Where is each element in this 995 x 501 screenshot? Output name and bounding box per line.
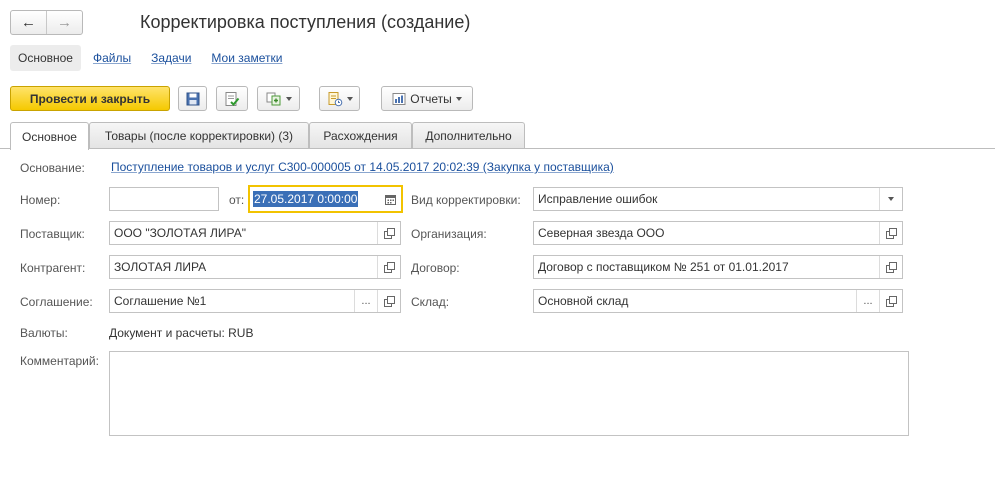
select-button[interactable]: ... [354,290,377,312]
section-main[interactable]: Основное [10,45,81,71]
counterparty-label: Контрагент: [20,261,86,275]
back-arrow-icon[interactable]: ← [11,11,46,34]
chevron-down-icon [346,96,353,101]
print-button[interactable] [319,86,360,111]
navigation-buttons: ← → [10,10,83,35]
counterparty-value: ЗОЛОТАЯ ЛИРА [114,260,207,274]
correction-type-label: Вид корректировки: [411,193,521,207]
reports-button[interactable]: Отчеты [381,86,473,111]
open-button[interactable] [879,256,902,278]
organization-label: Организация: [411,227,487,241]
post-button[interactable] [216,86,248,111]
warehouse-input[interactable]: Основной склад ... [533,289,903,313]
dropdown-button[interactable] [879,188,902,210]
open-icon [886,262,897,273]
agreement-input[interactable]: Соглашение №1 ... [109,289,401,313]
calendar-icon[interactable] [379,194,401,205]
date-input[interactable]: 27.05.2017 0:00:00 [248,185,403,213]
currency-label: Валюты: [20,326,68,340]
contract-input[interactable]: Договор с поставщиком № 251 от 01.01.201… [533,255,903,279]
save-button[interactable] [178,86,207,111]
organization-value: Северная звезда ООО [538,226,665,240]
contract-label: Договор: [411,261,460,275]
agreement-value: Соглашение №1 [114,294,207,308]
date-value: 27.05.2017 0:00:00 [253,191,359,207]
tab-additional[interactable]: Дополнительно [412,122,525,149]
create-based-icon [266,92,280,105]
post-document-icon [225,91,240,106]
post-and-close-button[interactable]: Провести и закрыть [10,86,170,111]
reports-label: Отчеты [410,91,452,106]
section-tasks-link[interactable]: Задачи [151,51,191,65]
open-button[interactable] [377,222,400,244]
open-icon [886,228,897,239]
create-based-on-button[interactable] [257,86,300,111]
open-icon [886,296,897,307]
window-title: Корректировка поступления (создание) [140,12,471,32]
section-notes-link[interactable]: Мои заметки [211,51,282,65]
warehouse-label: Склад: [411,295,450,309]
supplier-label: Поставщик: [20,227,85,241]
open-icon [384,228,395,239]
date-label: от: [229,193,245,207]
open-button[interactable] [879,290,902,312]
open-button[interactable] [377,290,400,312]
tab-discrepancies[interactable]: Расхождения [309,122,412,149]
open-icon [384,262,395,273]
chevron-down-icon [888,197,894,201]
currency-value: Документ и расчеты: RUB [109,326,254,340]
tab-main[interactable]: Основное [10,122,89,150]
open-button[interactable] [879,222,902,244]
tab-goods-after-correction[interactable]: Товары (после корректировки) (3) [89,122,309,149]
print-document-icon [328,91,342,106]
number-input[interactable] [109,187,219,211]
chevron-down-icon [455,96,462,101]
basis-document-link[interactable]: Поступление товаров и услуг С300-000005 … [111,160,614,174]
reports-icon [392,92,406,105]
section-bar: Основное Файлы Задачи Мои заметки [10,45,302,71]
warehouse-value: Основной склад [538,294,629,308]
agreement-label: Соглашение: [20,295,93,309]
comment-label: Комментарий: [20,354,99,368]
save-icon [186,92,199,105]
supplier-value: ООО "ЗОЛОТАЯ ЛИРА" [114,226,247,240]
section-files-link[interactable]: Файлы [93,51,131,65]
supplier-input[interactable]: ООО "ЗОЛОТАЯ ЛИРА" [109,221,401,245]
tabs-divider [0,148,995,149]
comment-textarea[interactable] [109,351,909,436]
select-button[interactable]: ... [856,290,879,312]
open-button[interactable] [377,256,400,278]
organization-input[interactable]: Северная звезда ООО [533,221,903,245]
counterparty-input[interactable]: ЗОЛОТАЯ ЛИРА [109,255,401,279]
contract-value: Договор с поставщиком № 251 от 01.01.201… [538,260,789,274]
forward-arrow-icon[interactable]: → [46,11,82,34]
correction-type-value: Исправление ошибок [538,192,658,206]
open-icon [384,296,395,307]
number-label: Номер: [20,193,61,207]
basis-label: Основание: [20,161,85,175]
correction-type-select[interactable]: Исправление ошибок [533,187,903,211]
chevron-down-icon [285,96,292,101]
